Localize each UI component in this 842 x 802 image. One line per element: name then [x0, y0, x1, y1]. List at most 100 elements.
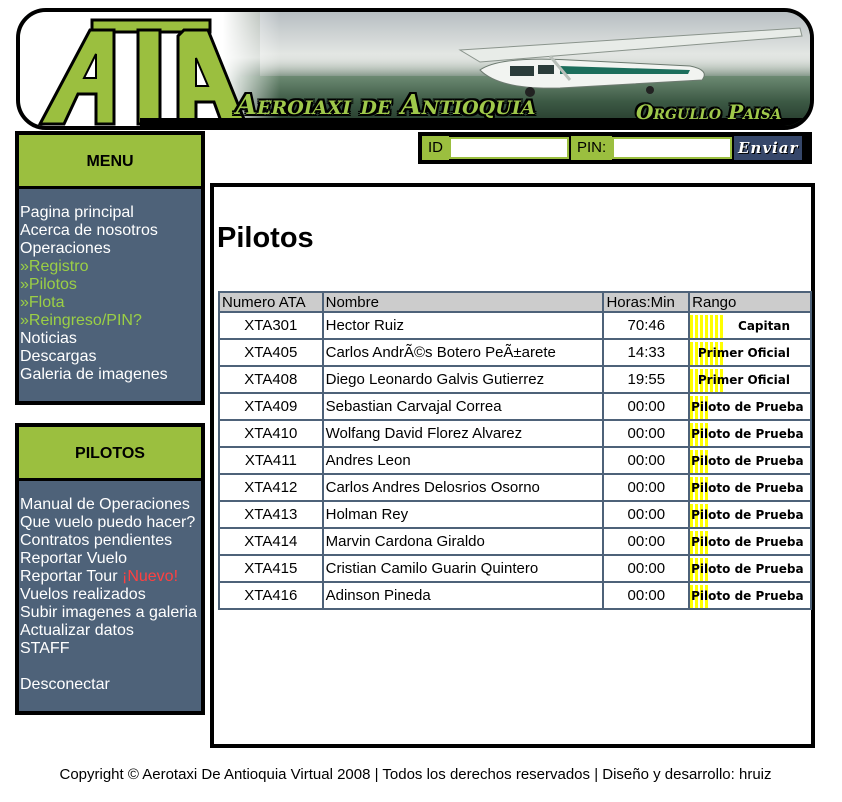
pilot-id-cell: XTA413 — [218, 500, 324, 529]
pilots-menu-item-7[interactable]: Actualizar datos — [20, 622, 201, 640]
rank-badge: Piloto de Prueba — [690, 585, 810, 608]
footer-copyright: Copyright © Aerotaxi De Antioquia Virtua… — [59, 766, 772, 783]
banner-title: Aeroiaxi de Antioquia — [236, 90, 536, 121]
menu-title: MENU — [19, 135, 201, 189]
table-row: XTA416 Adinson Pineda 00:00 Piloto de Prueb… — [218, 581, 812, 610]
pilots-menu-item-5[interactable]: Vuelos realizados — [20, 586, 201, 604]
pilots-table: Numero ATA Nombre Horas:Min Rango XTA301… — [218, 291, 812, 610]
pilot-rank-cell: Piloto de Prueba — [688, 581, 812, 610]
pilots-menu-item-label: Subir imagenes a galeria — [20, 604, 197, 621]
pilot-rank-cell: Piloto de Prueba — [688, 473, 812, 502]
pilot-rank-cell: Primer Oficial — [688, 338, 812, 367]
pilots-menu-item-label: Reportar Vuelo — [20, 550, 128, 567]
main-menu: MENU Pagina principal Acerca de nosotros O… — [15, 131, 205, 405]
pin-label: PIN: — [571, 136, 613, 160]
send-button[interactable]: Enviar — [734, 136, 803, 160]
menu-item-4[interactable]: »Pilotos — [20, 276, 201, 294]
pilot-hours-cell: 19:55 — [602, 365, 691, 394]
pilot-hours-cell: 00:00 — [602, 554, 691, 583]
pilot-id-cell: XTA301 — [218, 311, 324, 340]
header-banner: Aeroiaxi de Antioquia Orgullo Paisa — [16, 8, 814, 130]
ata-logo-icon — [38, 18, 248, 126]
pilots-menu-item-8[interactable]: STAFF — [20, 640, 201, 658]
pilot-hours-cell: 00:00 — [602, 500, 691, 529]
pilot-id-cell: XTA415 — [218, 554, 324, 583]
column-header: Horas:Min — [602, 291, 691, 313]
menu-item-1[interactable]: Acerca de nosotros — [20, 222, 201, 240]
pilots-menu-item-2[interactable]: Contratos pendientes — [20, 532, 201, 550]
menu-item-6[interactable]: »Reingreso/PIN? — [20, 312, 201, 330]
pilot-id-cell: XTA414 — [218, 527, 324, 556]
pilots-menu-item-3[interactable]: Reportar Vuelo — [20, 550, 201, 568]
pilot-rank-cell: Primer Oficial — [688, 365, 812, 394]
column-header: Numero ATA — [218, 291, 324, 313]
rank-badge: Piloto de Prueba — [690, 423, 810, 446]
pilots-menu-item-label: Actualizar datos — [20, 622, 134, 639]
pilot-id-cell: XTA411 — [218, 446, 324, 475]
pilot-id-cell: XTA410 — [218, 419, 324, 448]
pilots-menu-list: Manual de Operaciones Que vuelo puedo hac… — [19, 481, 201, 694]
pilot-rank-cell: Capitan — [688, 311, 812, 340]
pilot-rank-cell: Piloto de Prueba — [688, 392, 812, 421]
pilots-menu-item-label: Contratos pendientes — [20, 532, 173, 549]
table-row: XTA301 Hector Ruiz 70:46 Capitan — [218, 311, 812, 340]
pilot-id-cell: XTA409 — [218, 392, 324, 421]
pilots-menu-item-4[interactable]: Reportar Tour ¡Nuevo! — [20, 568, 201, 586]
pilot-id-cell: XTA405 — [218, 338, 324, 367]
pilot-hours-cell: 00:00 — [602, 392, 691, 421]
disconnect-link[interactable]: Desconectar — [20, 676, 201, 694]
menu-item-9[interactable]: Galeria de imagenes — [20, 366, 201, 384]
pilots-menu: PILOTOS Manual de Operaciones Que vuelo p… — [15, 423, 205, 715]
pilot-name-cell: Cristian Camilo Guarin Quintero — [321, 554, 605, 583]
pilot-name-cell: Sebastian Carvajal Correa — [321, 392, 605, 421]
id-label: ID — [422, 136, 449, 160]
pilot-hours-cell: 70:46 — [602, 311, 691, 340]
pilot-name-cell: Carlos Andres Delosrios Osorno — [321, 473, 605, 502]
pilots-table-body: XTA301 Hector Ruiz 70:46 Capitan XTA405 Carlo… — [218, 311, 812, 610]
pilots-menu-item-6[interactable]: Subir imagenes a galeria — [20, 604, 201, 622]
pilots-menu-item-1[interactable]: Que vuelo puedo hacer? — [20, 514, 201, 532]
rank-badge: Piloto de Prueba — [690, 450, 810, 473]
pilot-name-cell: Adinson Pineda — [321, 581, 605, 610]
rank-badge: Capitan — [690, 315, 810, 338]
airplane-banner-icon — [458, 27, 803, 97]
menu-item-2[interactable]: Operaciones — [20, 240, 201, 258]
table-row: XTA415 Cristian Camilo Guarin Quintero 00:… — [218, 554, 812, 583]
table-row: XTA412 Carlos Andres Delosrios Osorno 00:0… — [218, 473, 812, 502]
pilot-name-cell: Diego Leonardo Galvis Gutierrez — [321, 365, 605, 394]
table-row: XTA408 Diego Leonardo Galvis Gutierrez 19:… — [218, 365, 812, 394]
table-row: XTA405 Carlos AndrÃ©s Botero PeÃ±arete 14:… — [218, 338, 812, 367]
pilot-hours-cell: 00:00 — [602, 581, 691, 610]
table-header-row: Numero ATA Nombre Horas:Min Rango — [218, 291, 812, 313]
rank-badge: Primer Oficial — [690, 369, 810, 392]
pilot-name-cell: Wolfang David Florez Alvarez — [321, 419, 605, 448]
table-row: XTA410 Wolfang David Florez Alvarez 00:00 P… — [218, 419, 812, 448]
pilot-hours-cell: 14:33 — [602, 338, 691, 367]
pilot-name-cell: Andres Leon — [321, 446, 605, 475]
table-row: XTA411 Andres Leon 00:00 Piloto de Prueba — [218, 446, 812, 475]
banner-slogan: Orgullo Paisa — [636, 100, 782, 124]
table-row: XTA413 Holman Rey 00:00 Piloto de Prueba — [218, 500, 812, 529]
id-input[interactable] — [449, 137, 569, 159]
pilot-id-cell: XTA412 — [218, 473, 324, 502]
table-row: XTA409 Sebastian Carvajal Correa 00:00 Pilo… — [218, 392, 812, 421]
main-content: Pilotos Numero ATA Nombre Horas:Min Rang… — [210, 183, 815, 748]
menu-item-3[interactable]: »Registro — [20, 258, 201, 276]
rank-badge: Piloto de Prueba — [690, 558, 810, 581]
menu-item-7[interactable]: Noticias — [20, 330, 201, 348]
pilot-rank-cell: Piloto de Prueba — [688, 500, 812, 529]
column-header: Rango — [688, 291, 812, 313]
table-row: XTA414 Marvin Cardona Giraldo 00:00 Piloto … — [218, 527, 812, 556]
page-title: Pilotos — [217, 222, 314, 254]
menu-item-0[interactable]: Pagina principal — [20, 204, 201, 222]
pilot-id-cell: XTA408 — [218, 365, 324, 394]
column-header: Nombre — [321, 291, 605, 313]
pilot-rank-cell: Piloto de Prueba — [688, 527, 812, 556]
menu-item-8[interactable]: Descargas — [20, 348, 201, 366]
menu-item-5[interactable]: »Flota — [20, 294, 201, 312]
pilot-hours-cell: 00:00 — [602, 446, 691, 475]
pilots-menu-title: PILOTOS — [19, 427, 201, 481]
pilots-menu-item-0[interactable]: Manual de Operaciones — [20, 496, 201, 514]
pilot-rank-cell: Piloto de Prueba — [688, 419, 812, 448]
pin-input[interactable] — [612, 137, 733, 159]
